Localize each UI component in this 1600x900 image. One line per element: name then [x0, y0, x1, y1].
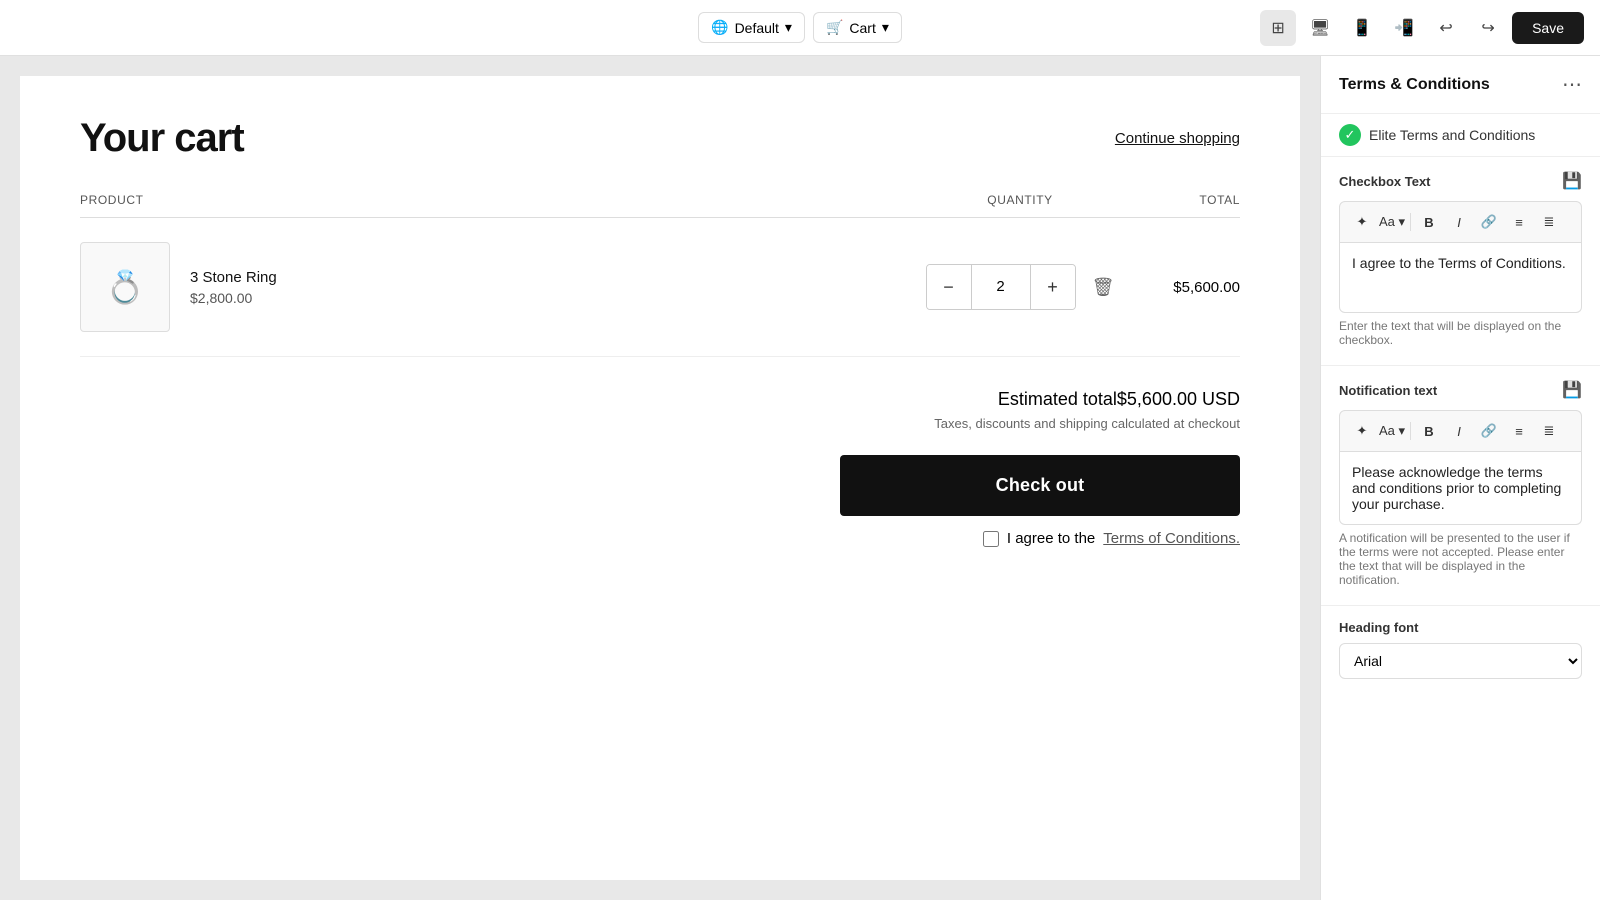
checkbox-text-label: Checkbox Text: [1339, 174, 1431, 189]
panel-title: Terms & Conditions: [1339, 76, 1490, 94]
link-button[interactable]: 🔗: [1475, 208, 1503, 236]
item-product: 💍 3 Stone Ring $2,800.00: [80, 242, 920, 332]
item-price: $2,800.00: [190, 290, 277, 306]
notification-editor-toolbar: ✦ Aa ▾ B I 🔗 ≡ ≣: [1339, 410, 1582, 452]
sep2: [1410, 422, 1411, 440]
magic-icon2[interactable]: ✦: [1348, 417, 1376, 445]
checkout-button[interactable]: Check out: [840, 455, 1240, 516]
agree-row: I agree to the Terms of Conditions.: [983, 530, 1240, 547]
elite-label: Elite Terms and Conditions: [1369, 127, 1535, 143]
estimated-total-value: $5,600.00 USD: [1117, 389, 1240, 409]
cart-page: Your cart Continue shopping PRODUCT QUAN…: [20, 76, 1300, 880]
layout-grid-icon[interactable]: ⊞: [1260, 10, 1296, 46]
heading-font-label: Heading font: [1339, 620, 1582, 635]
checkbox-text-section: Checkbox Text 💾 ✦ Aa ▾ B I 🔗 ≡ ≣ I agree…: [1321, 157, 1600, 366]
right-panel: Terms & Conditions ⋯ ✓ Elite Terms and C…: [1320, 56, 1600, 900]
chevron-down-icon: ▾: [882, 19, 889, 36]
checkbox-text-content[interactable]: I agree to the Terms of Conditions.: [1339, 243, 1582, 313]
font-size-dropdown[interactable]: Aa ▾: [1378, 208, 1406, 236]
elite-badge: ✓ Elite Terms and Conditions: [1321, 114, 1600, 157]
item-name: 3 Stone Ring: [190, 269, 277, 286]
undo-icon[interactable]: ↩: [1428, 10, 1464, 46]
desktop-icon[interactable]: 🖥: [1302, 10, 1338, 46]
ring-icon: 💍: [105, 268, 145, 306]
delete-item-button[interactable]: 🗑: [1092, 277, 1115, 298]
qty-box: − 2 +: [926, 264, 1076, 310]
notification-hint: A notification will be presented to the …: [1339, 531, 1582, 587]
sep1: [1410, 213, 1411, 231]
heading-font-select[interactable]: Arial Georgia Helvetica Times New Roman …: [1339, 643, 1582, 679]
continue-shopping-link[interactable]: Continue shopping: [1115, 130, 1240, 147]
checkbox-editor-toolbar: ✦ Aa ▾ B I 🔗 ≡ ≣: [1339, 201, 1582, 243]
magic-icon[interactable]: ✦: [1348, 208, 1376, 236]
bullet-list-button[interactable]: ≡: [1505, 208, 1533, 236]
notification-text-label: Notification text: [1339, 383, 1437, 398]
col-total-header: TOTAL: [1120, 193, 1240, 207]
cart-dropdown[interactable]: 🛒 Cart ▾: [813, 12, 902, 43]
canvas-area: Your cart Continue shopping PRODUCT QUAN…: [0, 56, 1320, 900]
taxes-note: Taxes, discounts and shipping calculated…: [934, 416, 1240, 431]
quantity-control: − 2 + 🗑: [920, 264, 1120, 310]
redo-icon[interactable]: ↪: [1470, 10, 1506, 46]
cart-item: 💍 3 Stone Ring $2,800.00 − 2 + 🗑 $5,60: [80, 218, 1240, 357]
item-info: 3 Stone Ring $2,800.00: [190, 269, 277, 306]
font-size-dropdown2[interactable]: Aa ▾: [1378, 417, 1406, 445]
terms-link[interactable]: Terms of Conditions.: [1103, 530, 1240, 547]
cart-icon: 🛒: [826, 19, 843, 36]
checkbox-hint: Enter the text that will be displayed on…: [1339, 319, 1582, 347]
bold-button2[interactable]: B: [1415, 417, 1443, 445]
qty-increase-button[interactable]: +: [1031, 265, 1075, 309]
col-quantity-header: QUANTITY: [920, 193, 1120, 207]
notification-text-content[interactable]: Please acknowledge the terms and conditi…: [1339, 452, 1582, 525]
mobile-icon[interactable]: 📲: [1386, 10, 1422, 46]
agree-text: I agree to the: [1007, 530, 1095, 547]
italic-button[interactable]: I: [1445, 208, 1473, 236]
numbered-list-button2[interactable]: ≣: [1535, 417, 1563, 445]
qty-value: 2: [971, 265, 1031, 309]
terms-checkbox[interactable]: [983, 531, 999, 547]
qty-decrease-button[interactable]: −: [927, 265, 971, 309]
item-total: $5,600.00: [1120, 279, 1240, 296]
topbar-actions: ⊞ 🖥 📱 📲 ↩ ↪ Save: [1260, 10, 1584, 46]
cart-title: Your cart: [80, 116, 244, 161]
checkbox-label-row: Checkbox Text 💾: [1339, 171, 1582, 191]
cart-table-header: PRODUCT QUANTITY TOTAL: [80, 193, 1240, 218]
heading-font-section: Heading font Arial Georgia Helvetica Tim…: [1321, 606, 1600, 693]
globe-icon: 🌐: [711, 19, 728, 36]
cart-footer: Estimated total$5,600.00 USD Taxes, disc…: [80, 389, 1240, 547]
item-image: 💍: [80, 242, 170, 332]
save-state-icon2: 💾: [1562, 380, 1582, 400]
estimated-total-label: Estimated total: [998, 389, 1117, 409]
bold-button[interactable]: B: [1415, 208, 1443, 236]
notification-label-row: Notification text 💾: [1339, 380, 1582, 400]
topbar-center: 🌐 Default ▾ 🛒 Cart ▾: [698, 12, 902, 43]
estimated-total: Estimated total$5,600.00 USD: [998, 389, 1240, 410]
chevron-down-icon: ▾: [785, 19, 792, 36]
save-state-icon: 💾: [1562, 171, 1582, 191]
panel-header: Terms & Conditions ⋯: [1321, 56, 1600, 114]
main-layout: Your cart Continue shopping PRODUCT QUAN…: [0, 56, 1600, 900]
checkmark-icon: ✓: [1339, 124, 1361, 146]
default-label: Default: [735, 20, 779, 36]
save-button[interactable]: Save: [1512, 12, 1584, 44]
more-options-button[interactable]: ⋯: [1562, 72, 1582, 97]
tablet-icon[interactable]: 📱: [1344, 10, 1380, 46]
default-dropdown[interactable]: 🌐 Default ▾: [698, 12, 805, 43]
link-button2[interactable]: 🔗: [1475, 417, 1503, 445]
notification-text-section: Notification text 💾 ✦ Aa ▾ B I 🔗 ≡ ≣ Ple…: [1321, 366, 1600, 606]
numbered-list-button[interactable]: ≣: [1535, 208, 1563, 236]
col-product-header: PRODUCT: [80, 193, 920, 207]
italic-button2[interactable]: I: [1445, 417, 1473, 445]
bullet-list-button2[interactable]: ≡: [1505, 417, 1533, 445]
cart-label: Cart: [849, 20, 875, 36]
topbar: 🌐 Default ▾ 🛒 Cart ▾ ⊞ 🖥 📱 📲 ↩ ↪ Save: [0, 0, 1600, 56]
cart-header: Your cart Continue shopping: [80, 116, 1240, 161]
